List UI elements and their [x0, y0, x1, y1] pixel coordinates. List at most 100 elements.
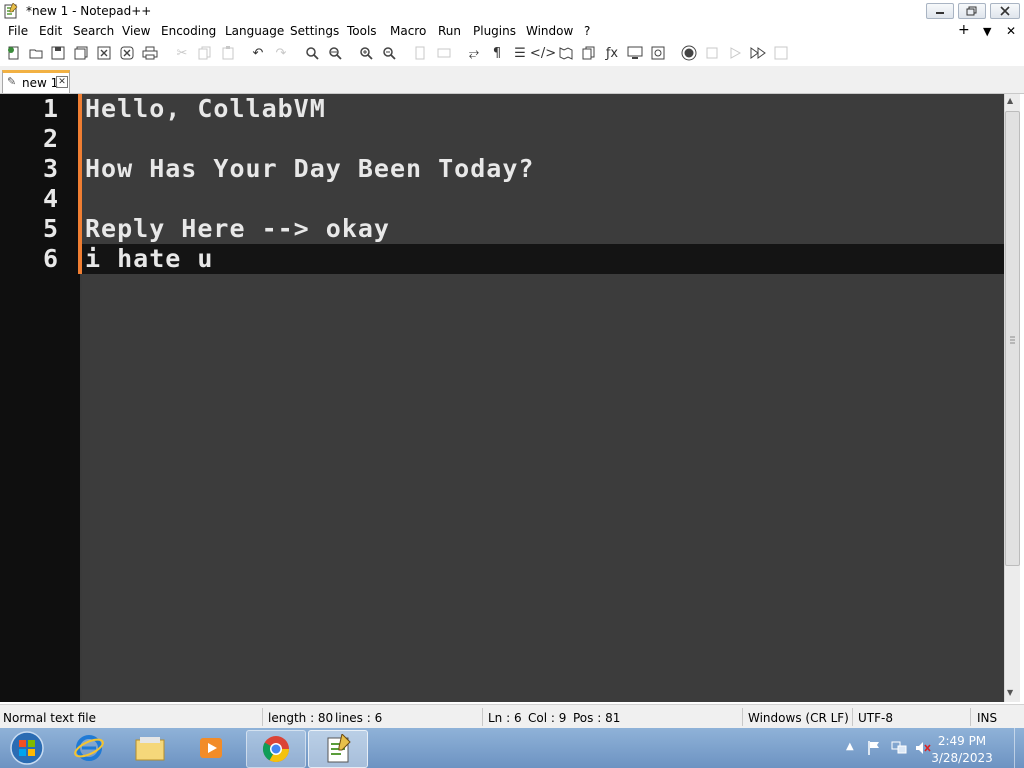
play-macro-icon[interactable]: [727, 45, 743, 61]
undo-icon[interactable]: ↶: [250, 45, 266, 61]
new-file-icon[interactable]: [6, 45, 22, 61]
menu-macro[interactable]: Macro: [390, 24, 426, 38]
lines-label: lines : 6: [335, 711, 383, 725]
new-tab-button[interactable]: +: [958, 22, 970, 38]
line-number: 4: [42, 184, 58, 213]
show-all-chars-icon[interactable]: ¶: [489, 45, 505, 61]
line-position-label: Ln : 6: [488, 711, 522, 725]
close-window-button[interactable]: [990, 3, 1020, 19]
chrome-icon[interactable]: [246, 730, 306, 768]
clock-date[interactable]: 3/28/2023: [922, 751, 1002, 765]
menu-plugins[interactable]: Plugins: [473, 24, 516, 38]
status-separator: [742, 708, 743, 726]
cut-icon[interactable]: ✂: [174, 45, 190, 61]
action-center-flag-icon[interactable]: [866, 740, 882, 759]
pencil-icon: ✎: [7, 75, 17, 88]
indent-guide-icon[interactable]: ☰: [512, 45, 528, 61]
editor-area[interactable]: 1 2 3 4 5 6 Hello, CollabVM How Has Your…: [0, 94, 1004, 702]
editor-line[interactable]: i hate u: [85, 244, 213, 273]
length-label: length : 80: [268, 711, 334, 725]
menu-bar: File Edit Search View Encoding Language …: [0, 22, 1024, 42]
zoom-in-icon[interactable]: [358, 45, 374, 61]
char-position-label: Pos : 81: [573, 711, 621, 725]
doc-list-icon[interactable]: [581, 45, 597, 61]
menu-encoding[interactable]: Encoding: [161, 24, 216, 38]
find-icon[interactable]: [304, 45, 320, 61]
menu-view[interactable]: View: [122, 24, 150, 38]
tab-list-dropdown[interactable]: ▼: [983, 25, 991, 38]
status-separator: [970, 708, 971, 726]
word-wrap-icon[interactable]: ⥂: [466, 45, 482, 61]
column-position-label: Col : 9: [528, 711, 567, 725]
doc-map-icon[interactable]: [558, 45, 574, 61]
menu-edit[interactable]: Edit: [39, 24, 62, 38]
current-line-highlight: [82, 244, 1004, 274]
zoom-out-icon[interactable]: [381, 45, 397, 61]
show-desktop-button[interactable]: [1014, 728, 1024, 768]
internet-explorer-icon[interactable]: [60, 730, 118, 766]
sync-horizontal-icon[interactable]: [436, 45, 452, 61]
minimize-button[interactable]: [926, 3, 954, 19]
line-number: 3: [42, 154, 58, 183]
notepad-plus-plus-icon[interactable]: [308, 730, 368, 768]
editor-line[interactable]: How Has Your Day Been Today?: [85, 154, 534, 183]
lang-xml-icon[interactable]: </>: [530, 45, 556, 61]
status-separator: [262, 708, 263, 726]
paste-icon[interactable]: [220, 45, 236, 61]
tab-new-1[interactable]: ✎ new 1 ✕: [2, 70, 70, 93]
replace-icon[interactable]: [327, 45, 343, 61]
restore-button[interactable]: [958, 3, 986, 19]
start-orb-icon[interactable]: [0, 730, 54, 766]
tab-label: new 1: [22, 76, 59, 90]
stop-macro-icon[interactable]: [704, 45, 720, 61]
print-icon[interactable]: [142, 45, 158, 61]
editor-line[interactable]: Hello, CollabVM: [85, 94, 326, 123]
scroll-up-icon[interactable]: ▲: [1007, 96, 1013, 105]
close-tab-button[interactable]: ✕: [1006, 24, 1016, 38]
menu-language[interactable]: Language: [225, 24, 284, 38]
folder-workspace-icon[interactable]: [627, 45, 643, 61]
toolbar: ✂ ↶ ↷ ⥂ ¶ ☰ </> ƒx: [0, 42, 1024, 64]
menu-help[interactable]: ?: [584, 24, 590, 38]
media-player-icon[interactable]: [182, 730, 240, 766]
menu-window[interactable]: Window: [526, 24, 573, 38]
copy-icon[interactable]: [197, 45, 213, 61]
taskbar: ▲ 2:49 PM 3/28/2023: [0, 728, 1024, 768]
change-history-marker: [78, 94, 82, 274]
show-hidden-icons-icon[interactable]: ▲: [846, 741, 854, 752]
network-icon[interactable]: [890, 740, 908, 759]
run-macro-multiple-icon[interactable]: [750, 45, 766, 61]
close-icon[interactable]: [96, 45, 112, 61]
eol-format-label[interactable]: Windows (CR LF): [748, 711, 849, 725]
menu-run[interactable]: Run: [438, 24, 461, 38]
text-area[interactable]: [82, 94, 1004, 702]
close-all-icon[interactable]: [119, 45, 135, 61]
status-separator: [852, 708, 853, 726]
editor-line[interactable]: Reply Here --> okay: [85, 214, 390, 243]
encoding-label[interactable]: UTF-8: [858, 711, 893, 725]
open-file-icon[interactable]: [28, 45, 44, 61]
menu-tools[interactable]: Tools: [347, 24, 377, 38]
scroll-down-icon[interactable]: ▼: [1007, 688, 1013, 697]
title-bar: *new 1 - Notepad++: [0, 0, 1024, 22]
save-icon[interactable]: [50, 45, 66, 61]
line-number-gutter: 1 2 3 4 5 6: [0, 94, 66, 702]
clock-time[interactable]: 2:49 PM: [922, 734, 1002, 748]
menu-file[interactable]: File: [8, 24, 28, 38]
line-number: 1: [42, 94, 58, 123]
line-number: 6: [42, 244, 58, 273]
tab-close-icon[interactable]: ✕: [56, 76, 68, 88]
function-list-icon[interactable]: ƒx: [604, 45, 620, 61]
scrollbar-thumb[interactable]: [1005, 111, 1020, 566]
line-number: 5: [42, 214, 58, 243]
record-macro-icon[interactable]: [681, 45, 697, 61]
insert-mode-label[interactable]: INS: [977, 711, 997, 725]
monitoring-icon[interactable]: [650, 45, 666, 61]
save-macro-icon[interactable]: [773, 45, 789, 61]
menu-search[interactable]: Search: [73, 24, 114, 38]
menu-settings[interactable]: Settings: [290, 24, 339, 38]
file-explorer-icon[interactable]: [121, 730, 179, 766]
sync-vertical-icon[interactable]: [412, 45, 428, 61]
redo-icon[interactable]: ↷: [273, 45, 289, 61]
save-all-icon[interactable]: [73, 45, 89, 61]
